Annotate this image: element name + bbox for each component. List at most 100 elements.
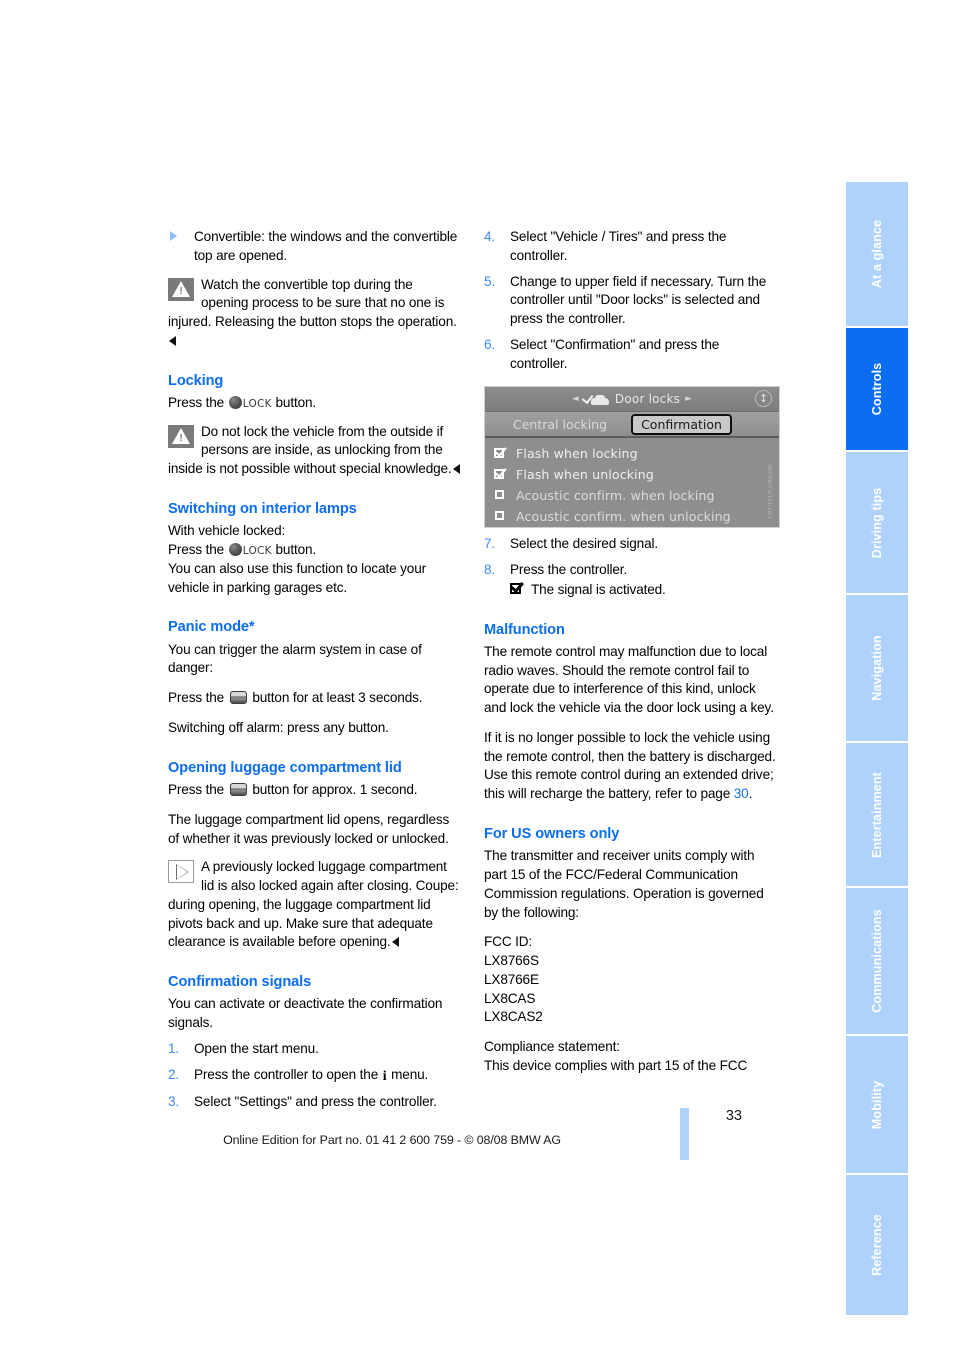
step-7: 7. Select the desired signal. [484, 535, 776, 554]
fcc-id-1: LX8766S [484, 953, 539, 968]
rail-tab-label: Controls [870, 362, 884, 416]
malfunction-para-1: The remote control may malfunction due t… [484, 643, 774, 716]
step-1: 1. Open the start menu. [168, 1040, 460, 1059]
step-text: Select "Settings" and press the controll… [194, 1093, 437, 1109]
idrive-tab-central-locking[interactable]: Central locking [503, 415, 617, 434]
idrive-row-label: Acoustic confirm. when unlocking [516, 509, 731, 525]
luggage-press-line: Press the button for approx. 1 second. [168, 782, 418, 797]
heading-us-owners: For US owners only [484, 825, 620, 842]
left-arrow-icon: ◄ [571, 393, 579, 404]
heading-panic-mode: Panic mode* [168, 619, 255, 636]
step-6: 6. Select "Confirmation" and press the c… [484, 336, 776, 374]
lock-button-icon [228, 395, 242, 409]
fcc-id-4: LX8CAS2 [484, 1009, 543, 1025]
idrive-row-acoustic-confirm-unlocking[interactable]: Acoustic confirm. when unlocking [494, 506, 779, 527]
lock-button-label: LOCK [242, 397, 272, 410]
luggage-line2: The luggage compartment lid opens, regar… [168, 811, 450, 846]
step-5: 5. Change to upper field if necessary. T… [484, 273, 776, 329]
convertible-warning-note: ! Watch the convertible top during the o… [168, 276, 460, 351]
step-text: Change to upper field if necessary. Turn… [510, 273, 767, 327]
rail-tab-navigation[interactable]: Navigation [846, 595, 908, 743]
rail-tab-at-a-glance[interactable]: At a glance [846, 182, 908, 328]
idrive-row-flash-when-locking[interactable]: Flash when locking [494, 443, 779, 464]
checkbox-checked-icon[interactable] [494, 444, 509, 460]
updown-arrow-icon: ↕ [755, 390, 772, 408]
rail-tab-label: Driving tips [870, 487, 884, 558]
trunk-button-icon [229, 783, 247, 796]
step-text-after: menu. [387, 1066, 429, 1082]
rail-tab-label: Communications [870, 909, 884, 1013]
checkbox-unchecked-icon[interactable] [494, 510, 509, 523]
signal-activated-line: The signal is activated. [510, 578, 776, 600]
idrive-row-acoustic-confirm-locking[interactable]: Acoustic confirm. when locking [494, 485, 779, 506]
fcc-id-3: LX8CAS [484, 990, 536, 1006]
heading-malfunction: Malfunction [484, 621, 565, 638]
rail-tab-communications[interactable]: Communications [846, 888, 908, 1036]
figure-caption-code: 1/07/TX1/5 L/BILIGN [768, 465, 774, 520]
locking-warning-text: Do not lock the vehicle from the outside… [168, 423, 452, 477]
step-number: 6. [484, 336, 496, 352]
car-check-icon [581, 391, 610, 406]
convertible-bullet-text: Convertible: the windows and the convert… [194, 229, 458, 263]
idrive-tab-confirmation[interactable]: Confirmation [631, 413, 732, 435]
step-text-before: Press the controller to open the [194, 1066, 382, 1082]
rail-tab-driving-tips[interactable]: Driving tips [846, 452, 908, 595]
checkbox-checked-icon [510, 578, 529, 596]
heading-luggage-lid: Opening luggage compartment lid [168, 759, 402, 776]
step-text: Open the start menu. [194, 1040, 319, 1056]
triangle-bullet-icon [170, 231, 177, 241]
step-text: Select "Vehicle / Tires" and press the c… [510, 229, 727, 263]
heading-interior-lamps: Switching on interior lamps [168, 500, 357, 517]
lock-button-label: LOCK [242, 545, 272, 557]
rail-tab-mobility[interactable]: Mobility [846, 1036, 908, 1175]
step-number: 8. [484, 562, 496, 577]
idrive-title-text: Door locks [614, 392, 681, 407]
left-column: Convertible: the windows and the convert… [168, 228, 460, 1112]
page-reference-link[interactable]: 30 [734, 786, 749, 801]
warning-triangle-icon: ! [168, 277, 194, 301]
right-column: 4. Select "Vehicle / Tires" and press th… [484, 228, 780, 1076]
right-arrow-icon: ► [685, 393, 693, 404]
idrive-row-flash-when-unlocking[interactable]: Flash when unlocking [494, 464, 779, 485]
interior-lamps-press-line: Press the LOCK button. [168, 542, 317, 557]
rail-tab-entertainment[interactable]: Entertainment [846, 743, 908, 888]
rail-tab-controls[interactable]: Controls [846, 328, 908, 452]
compliance-label: Compliance statement: [484, 1039, 620, 1054]
content-columns: Convertible: the windows and the convert… [168, 228, 784, 1109]
note-end-marker-icon [169, 335, 176, 346]
note-end-marker-icon [391, 937, 399, 948]
panic-mode-line1: You can trigger the alarm system in case… [168, 641, 422, 676]
confirmation-signals-intro: You can activate or deactivate the confi… [168, 996, 443, 1031]
idrive-title-bar: ◄ Door locks ► ↕ [485, 387, 779, 413]
heading-locking: Locking [168, 372, 224, 389]
page-number: 33 [725, 1108, 742, 1124]
luggage-note-text: A previously locked luggage compartment … [168, 859, 459, 950]
trunk-button-icon [229, 691, 247, 705]
idrive-row-label: Flash when locking [516, 446, 638, 462]
idrive-row-label: Flash when unlocking [516, 467, 654, 483]
rail-tab-label: Reference [870, 1214, 884, 1276]
manual-page: At a glance Controls Driving tips Naviga… [0, 0, 954, 1350]
compliance-text: This device complies with part 15 of the… [484, 1057, 748, 1073]
step-text: Select "Confirmation" and press the cont… [510, 336, 720, 371]
convertible-warning-text: Watch the convertible top during the ope… [168, 276, 457, 330]
step-number: 4. [484, 229, 496, 244]
idrive-tab-bar: Central locking Confirmation [485, 412, 779, 439]
rail-tab-reference[interactable]: Reference [846, 1175, 908, 1317]
step-8: 8. Press the controller. The signal is a… [484, 561, 776, 600]
checkbox-checked-icon[interactable] [494, 465, 509, 481]
panic-mode-press-line: Press the button for at least 3 seconds. [168, 690, 423, 706]
checkbox-unchecked-icon[interactable] [494, 489, 509, 502]
fcc-id-2: LX8766E [484, 971, 539, 987]
footer-copyright: Online Edition for Part no. 01 41 2 600 … [223, 1133, 561, 1147]
step-2: 2. Press the controller to open the i me… [168, 1066, 460, 1086]
idrive-display-screenshot: ◄ Door locks ► ↕ Central locking Confirm… [484, 386, 780, 529]
step-number: 2. [168, 1066, 180, 1082]
lock-button-icon [228, 543, 242, 556]
interior-lamps-line1: With vehicle locked: [168, 523, 286, 539]
idrive-row-label: Acoustic confirm. when locking [516, 488, 715, 504]
locking-warning-note: ! Do not lock the vehicle from the outsi… [168, 423, 460, 479]
info-play-icon [168, 860, 194, 884]
warning-triangle-icon: ! [168, 424, 194, 448]
interior-lamps-line3: You can also use this function to locate… [168, 560, 426, 595]
